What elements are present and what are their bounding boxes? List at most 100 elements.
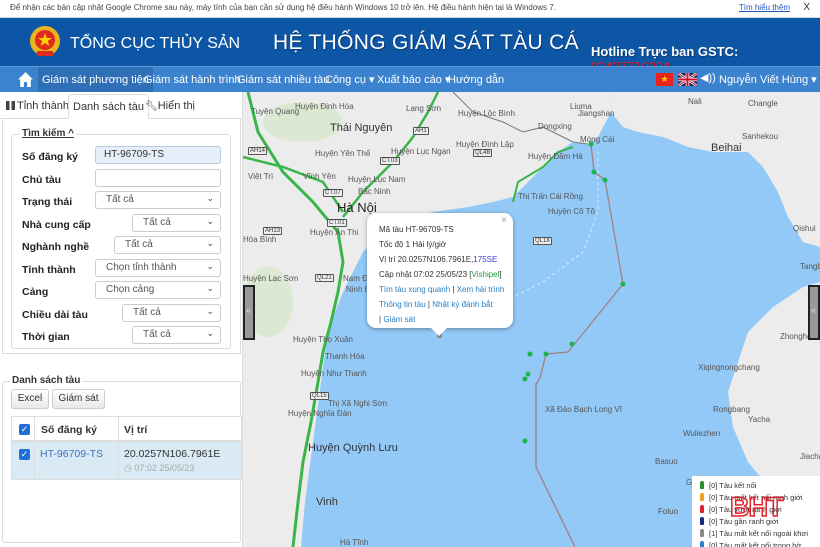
monitor-button[interactable]: Giám sát — [52, 389, 105, 409]
popup-provider: Vishipel — [471, 270, 500, 279]
nav-vehicle-monitoring[interactable]: Giám sát phương tiện — [38, 67, 153, 93]
map-label: Huyện Lục Nam — [348, 175, 406, 184]
owner-input[interactable] — [95, 169, 221, 187]
search-toggle[interactable]: Tìm kiếm ^ — [20, 128, 76, 139]
vietnam-flag-icon[interactable]: ★ — [656, 73, 673, 86]
double-chevron-icon: « — [811, 305, 817, 315]
label-time: Thời gian — [22, 331, 70, 343]
map-label: Tuyên Quang — [251, 107, 300, 116]
popup-vessel-id: Mã tàu HT-96709-TS — [379, 225, 454, 234]
wrench-icon: 🔧︎ — [145, 101, 158, 112]
popup-links-row-1: Tìm tàu xung quanh | Xem hải trình — [379, 285, 505, 294]
track-point — [591, 169, 597, 175]
vessel-info-link[interactable]: Thông tin tàu — [379, 300, 426, 309]
province-select[interactable]: Chọn tỉnh thành ⌄ — [95, 259, 221, 277]
map-label: Huyện Quỳnh Lưu — [308, 442, 398, 454]
map-label: Vinh — [316, 496, 338, 508]
status-select[interactable]: Tất cả ⌄ — [95, 191, 221, 209]
map-label: Xã Đảo Bạch Long Vĩ — [545, 405, 622, 414]
label-registration-no: Số đăng ký — [22, 151, 79, 163]
view-track-link[interactable]: Xem hải trình — [457, 285, 505, 294]
nav-journey-monitoring[interactable]: Giám sát hành trình — [140, 67, 245, 93]
registration-no-input[interactable]: HT-96709-TS — [95, 146, 221, 164]
uk-flag-icon[interactable] — [678, 73, 697, 86]
map-label: Huyện Lục Ngạn — [391, 147, 451, 156]
sidebar-tabs: Tỉnh thành Danh sách tàu 🔧︎Hiển thị — [0, 92, 243, 119]
track-point — [543, 351, 549, 357]
nav-tools-dropdown[interactable]: Công cụ ▾ — [321, 67, 379, 93]
chevron-down-icon: ⌄ — [206, 328, 214, 338]
road-tag: QL18 — [533, 237, 552, 245]
track-point — [522, 376, 528, 382]
map-label: Thị Xã Nghi Sơn — [328, 399, 388, 408]
map-label: Huyện Như Thanh — [301, 369, 367, 378]
excel-button[interactable]: Excel — [11, 389, 49, 409]
provider-select[interactable]: Tất cả ⌄ — [132, 214, 221, 232]
table-row[interactable]: ✓ HT-96709-TS 20.0257N106.7961E ◷ 07:02 … — [11, 442, 242, 480]
legend-item[interactable]: [0] Tàu mất kết nối trong bờ — [700, 540, 812, 547]
legend-item[interactable]: [1] Tàu mất kết nối ngoài khơi — [700, 528, 812, 540]
nav-multi-vessel-monitoring[interactable]: Giám sát nhiều tàu — [233, 67, 333, 93]
vessel-track — [535, 143, 624, 547]
map-label: Foluo — [658, 507, 679, 516]
road-tag: QL15 — [310, 392, 329, 400]
table-header: ✓ Số đăng ký Vị trí — [11, 416, 242, 442]
nav-guide[interactable]: Hướng dẫn — [444, 67, 508, 93]
popup-heading: 175SE — [473, 255, 498, 264]
time-select[interactable]: Tất cả ⌄ — [132, 326, 221, 344]
vessel-reg-link[interactable]: HT-96709-TS — [40, 448, 103, 460]
popup-links-row-3: | Giám sát — [379, 315, 416, 324]
org-name: TỔNG CỤC THỦY SẢN — [70, 35, 241, 52]
column-position[interactable]: Vị trí — [124, 424, 147, 436]
nav-export-report-dropdown[interactable]: Xuất báo cáo ▾ — [373, 67, 454, 93]
port-select[interactable]: Chọn cảng ⌄ — [95, 281, 221, 299]
column-registration-no[interactable]: Số đăng ký — [41, 424, 97, 436]
national-emblem-icon — [30, 26, 60, 56]
map[interactable]: Huyện Định Hóa Lạng Sơn Huyện Lộc Bình T… — [243, 92, 820, 547]
user-menu[interactable]: Nguyễn Viết Hùng ▾ — [719, 67, 817, 93]
tab-display-label: Hiển thị — [157, 100, 195, 112]
tab-display[interactable]: 🔧︎Hiển thị — [141, 94, 199, 119]
speaker-icon[interactable]: ◀)) — [700, 71, 716, 84]
tab-vessel-list[interactable]: Danh sách tàu — [68, 94, 149, 119]
map-label: Zhonghe — [780, 332, 812, 341]
vessel-update-time: ◷ 07:02 25/05/23 — [124, 463, 195, 473]
map-label: Basuo — [655, 457, 678, 466]
popup-position: Vị trí 20.0257N106.7961E,175SE — [379, 255, 498, 264]
site-header: TỔNG CỤC THỦY SẢN HỆ THỐNG GIÁM SÁT TÀU … — [0, 18, 820, 74]
home-icon[interactable] — [17, 71, 34, 88]
vessel-list-title: Danh sách tàu — [10, 375, 83, 386]
legend-item[interactable]: [0] Tàu kết nối — [700, 480, 812, 492]
vessel-length-select[interactable]: Tất cả ⌄ — [122, 304, 221, 322]
track-point — [602, 177, 608, 183]
map-label: Thái Nguyên — [330, 122, 393, 134]
find-nearby-vessels-link[interactable]: Tìm tàu xung quanh — [379, 285, 450, 294]
map-label: Lạng Sơn — [406, 104, 442, 113]
road-tag: CT.03 — [380, 157, 400, 165]
sidebar: Tỉnh thành Danh sách tàu 🔧︎Hiển thị Tìm … — [0, 92, 243, 547]
label-occupation: Nghành nghề — [22, 241, 90, 253]
select-all-checkbox[interactable]: ✓ — [19, 424, 30, 435]
vessel-position: 20.0257N106.7961E — [124, 448, 221, 460]
track-point — [569, 341, 575, 347]
hotline-label: Hotline Trực ban GSTC: — [591, 44, 739, 59]
popup-close-button[interactable]: × — [501, 215, 507, 226]
chevron-down-icon: ⌄ — [206, 261, 214, 271]
monitor-link[interactable]: Giám sát — [383, 315, 415, 324]
tab-provinces[interactable]: Tỉnh thành — [2, 94, 73, 119]
map-label: Nali — [688, 97, 702, 106]
map-label: Qishui — [793, 224, 816, 233]
map-label: Thanh Hóa — [325, 352, 365, 361]
road-tag: CT.07 — [323, 189, 343, 197]
occupation-select[interactable]: Tất cả ⌄ — [114, 236, 221, 254]
boat-icon — [700, 481, 704, 489]
map-label: Jiacha — [800, 452, 820, 461]
learn-more-link[interactable]: Tìm hiểu thêm — [739, 3, 790, 12]
catch-log-link[interactable]: Nhật ký đánh bắt — [432, 300, 492, 309]
collapse-left-handle[interactable]: « — [243, 285, 255, 340]
chrome-update-notice: Để nhận các bản cập nhật Google Chrome s… — [0, 0, 820, 18]
collapse-right-handle[interactable]: « — [808, 285, 820, 340]
row-checkbox[interactable]: ✓ — [19, 449, 30, 460]
notice-close-button[interactable]: X — [803, 2, 810, 13]
map-label: Huyện Nghĩa Đàn — [288, 409, 352, 418]
